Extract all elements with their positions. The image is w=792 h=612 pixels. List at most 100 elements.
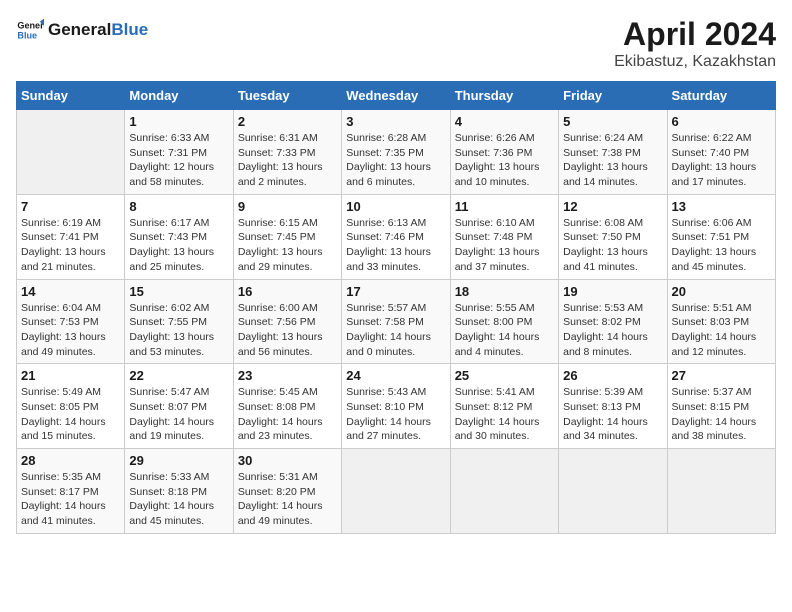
calendar-cell: 1 Sunrise: 6:33 AMSunset: 7:31 PMDaylight… — [125, 110, 233, 195]
calendar-cell: 22Sunrise: 5:47 AMSunset: 8:07 PMDayligh… — [125, 364, 233, 449]
calendar-cell: 14Sunrise: 6:04 AMSunset: 7:53 PMDayligh… — [17, 279, 125, 364]
calendar-cell: 6Sunrise: 6:22 AMSunset: 7:40 PMDaylight… — [667, 110, 775, 195]
day-info: Sunrise: 5:57 AMSunset: 7:58 PMDaylight:… — [346, 301, 445, 360]
calendar-cell: 15Sunrise: 6:02 AMSunset: 7:55 PMDayligh… — [125, 279, 233, 364]
day-info: Sunrise: 5:55 AMSunset: 8:00 PMDaylight:… — [455, 301, 554, 360]
day-info: Sunrise: 6:33 AMSunset: 7:31 PMDaylight:… — [129, 131, 228, 190]
calendar-week-row: 28 Sunrise: 5:35 AMSunset: 8:17 PMDayligh… — [17, 449, 776, 534]
day-info: Sunrise: 5:47 AMSunset: 8:07 PMDaylight:… — [129, 385, 228, 444]
day-info: Sunrise: 6:19 AMSunset: 7:41 PMDaylight:… — [21, 216, 120, 275]
day-info: Sunrise: 5:51 AMSunset: 8:03 PMDaylight:… — [672, 301, 771, 360]
calendar-week-row: 7 Sunrise: 6:19 AMSunset: 7:41 PMDaylight… — [17, 194, 776, 279]
day-number: 17 — [346, 284, 445, 299]
day-number: 23 — [238, 368, 337, 383]
calendar-cell: 19 Sunrise: 5:53 AMSunset: 8:02 PMDayligh… — [559, 279, 667, 364]
day-info: Sunrise: 6:08 AMSunset: 7:50 PMDaylight:… — [563, 216, 662, 275]
day-info: Sunrise: 5:39 AMSunset: 8:13 PMDaylight:… — [563, 385, 662, 444]
day-of-week-header: Friday — [559, 82, 667, 110]
calendar-cell: 25Sunrise: 5:41 AMSunset: 8:12 PMDayligh… — [450, 364, 558, 449]
calendar-cell: 30 Sunrise: 5:31 AMSunset: 8:20 PMDayligh… — [233, 449, 341, 534]
day-of-week-header: Thursday — [450, 82, 558, 110]
day-info: Sunrise: 5:31 AMSunset: 8:20 PMDaylight:… — [238, 470, 337, 529]
calendar-title: April 2024 — [614, 16, 776, 53]
logo-general-text: General — [48, 20, 111, 39]
calendar-cell — [559, 449, 667, 534]
day-info: Sunrise: 6:26 AMSunset: 7:36 PMDaylight:… — [455, 131, 554, 190]
calendar-header: SundayMondayTuesdayWednesdayThursdayFrid… — [17, 82, 776, 110]
day-of-week-header: Monday — [125, 82, 233, 110]
calendar-cell: 3 Sunrise: 6:28 AMSunset: 7:35 PMDaylight… — [342, 110, 450, 195]
day-info: Sunrise: 5:43 AMSunset: 8:10 PMDaylight:… — [346, 385, 445, 444]
day-info: Sunrise: 6:02 AMSunset: 7:55 PMDaylight:… — [129, 301, 228, 360]
day-info: Sunrise: 5:45 AMSunset: 8:08 PMDaylight:… — [238, 385, 337, 444]
calendar-cell: 18 Sunrise: 5:55 AMSunset: 8:00 PMDayligh… — [450, 279, 558, 364]
day-number: 19 — [563, 284, 662, 299]
calendar-cell: 21 Sunrise: 5:49 AMSunset: 8:05 PMDayligh… — [17, 364, 125, 449]
day-info: Sunrise: 5:53 AMSunset: 8:02 PMDaylight:… — [563, 301, 662, 360]
calendar-cell — [450, 449, 558, 534]
day-of-week-header: Saturday — [667, 82, 775, 110]
day-info: Sunrise: 5:33 AMSunset: 8:18 PMDaylight:… — [129, 470, 228, 529]
day-number: 13 — [672, 199, 771, 214]
calendar-cell — [17, 110, 125, 195]
day-number: 26 — [563, 368, 662, 383]
calendar-cell: 11 Sunrise: 6:10 AMSunset: 7:48 PMDayligh… — [450, 194, 558, 279]
day-number: 21 — [21, 368, 120, 383]
day-info: Sunrise: 6:24 AMSunset: 7:38 PMDaylight:… — [563, 131, 662, 190]
day-number: 29 — [129, 453, 228, 468]
day-number: 30 — [238, 453, 337, 468]
calendar-cell: 17 Sunrise: 5:57 AMSunset: 7:58 PMDayligh… — [342, 279, 450, 364]
svg-text:General: General — [17, 21, 44, 31]
day-info: Sunrise: 6:00 AMSunset: 7:56 PMDaylight:… — [238, 301, 337, 360]
calendar-cell: 23 Sunrise: 5:45 AMSunset: 8:08 PMDayligh… — [233, 364, 341, 449]
day-number: 16 — [238, 284, 337, 299]
calendar-week-row: 1 Sunrise: 6:33 AMSunset: 7:31 PMDaylight… — [17, 110, 776, 195]
calendar-table: SundayMondayTuesdayWednesdayThursdayFrid… — [16, 81, 776, 534]
day-info: Sunrise: 6:04 AMSunset: 7:53 PMDaylight:… — [21, 301, 120, 360]
day-number: 3 — [346, 114, 445, 129]
day-info: Sunrise: 5:37 AMSunset: 8:15 PMDaylight:… — [672, 385, 771, 444]
calendar-cell: 24Sunrise: 5:43 AMSunset: 8:10 PMDayligh… — [342, 364, 450, 449]
logo-icon: General Blue — [16, 16, 44, 44]
calendar-cell: 29 Sunrise: 5:33 AMSunset: 8:18 PMDayligh… — [125, 449, 233, 534]
day-info: Sunrise: 5:41 AMSunset: 8:12 PMDaylight:… — [455, 385, 554, 444]
calendar-cell: 13 Sunrise: 6:06 AMSunset: 7:51 PMDayligh… — [667, 194, 775, 279]
calendar-cell: 9Sunrise: 6:15 AMSunset: 7:45 PMDaylight… — [233, 194, 341, 279]
logo-blue-text: Blue — [111, 20, 148, 39]
logo: General Blue GeneralBlue — [16, 16, 148, 44]
calendar-cell: 12Sunrise: 6:08 AMSunset: 7:50 PMDayligh… — [559, 194, 667, 279]
day-info: Sunrise: 6:10 AMSunset: 7:48 PMDaylight:… — [455, 216, 554, 275]
calendar-cell: 10Sunrise: 6:13 AMSunset: 7:46 PMDayligh… — [342, 194, 450, 279]
calendar-cell: 2Sunrise: 6:31 AMSunset: 7:33 PMDaylight… — [233, 110, 341, 195]
day-info: Sunrise: 6:15 AMSunset: 7:45 PMDaylight:… — [238, 216, 337, 275]
day-number: 18 — [455, 284, 554, 299]
calendar-body: 1 Sunrise: 6:33 AMSunset: 7:31 PMDaylight… — [17, 110, 776, 534]
calendar-cell: 5Sunrise: 6:24 AMSunset: 7:38 PMDaylight… — [559, 110, 667, 195]
calendar-cell: 20 Sunrise: 5:51 AMSunset: 8:03 PMDayligh… — [667, 279, 775, 364]
day-number: 8 — [129, 199, 228, 214]
day-of-week-header: Sunday — [17, 82, 125, 110]
day-number: 1 — [129, 114, 228, 129]
day-number: 7 — [21, 199, 120, 214]
day-info: Sunrise: 5:35 AMSunset: 8:17 PMDaylight:… — [21, 470, 120, 529]
day-number: 2 — [238, 114, 337, 129]
day-number: 6 — [672, 114, 771, 129]
title-area: April 2024 Ekibastuz, Kazakhstan — [614, 16, 776, 71]
calendar-cell: 16 Sunrise: 6:00 AMSunset: 7:56 PMDayligh… — [233, 279, 341, 364]
calendar-cell: 27 Sunrise: 5:37 AMSunset: 8:15 PMDayligh… — [667, 364, 775, 449]
day-number: 20 — [672, 284, 771, 299]
day-number: 27 — [672, 368, 771, 383]
calendar-cell — [667, 449, 775, 534]
calendar-week-row: 14Sunrise: 6:04 AMSunset: 7:53 PMDayligh… — [17, 279, 776, 364]
header-row: SundayMondayTuesdayWednesdayThursdayFrid… — [17, 82, 776, 110]
calendar-cell: 28 Sunrise: 5:35 AMSunset: 8:17 PMDayligh… — [17, 449, 125, 534]
day-info: Sunrise: 6:06 AMSunset: 7:51 PMDaylight:… — [672, 216, 771, 275]
day-number: 28 — [21, 453, 120, 468]
day-info: Sunrise: 6:28 AMSunset: 7:35 PMDaylight:… — [346, 131, 445, 190]
calendar-subtitle: Ekibastuz, Kazakhstan — [614, 53, 776, 71]
day-of-week-header: Tuesday — [233, 82, 341, 110]
day-number: 4 — [455, 114, 554, 129]
day-number: 10 — [346, 199, 445, 214]
day-number: 11 — [455, 199, 554, 214]
day-info: Sunrise: 5:49 AMSunset: 8:05 PMDaylight:… — [21, 385, 120, 444]
